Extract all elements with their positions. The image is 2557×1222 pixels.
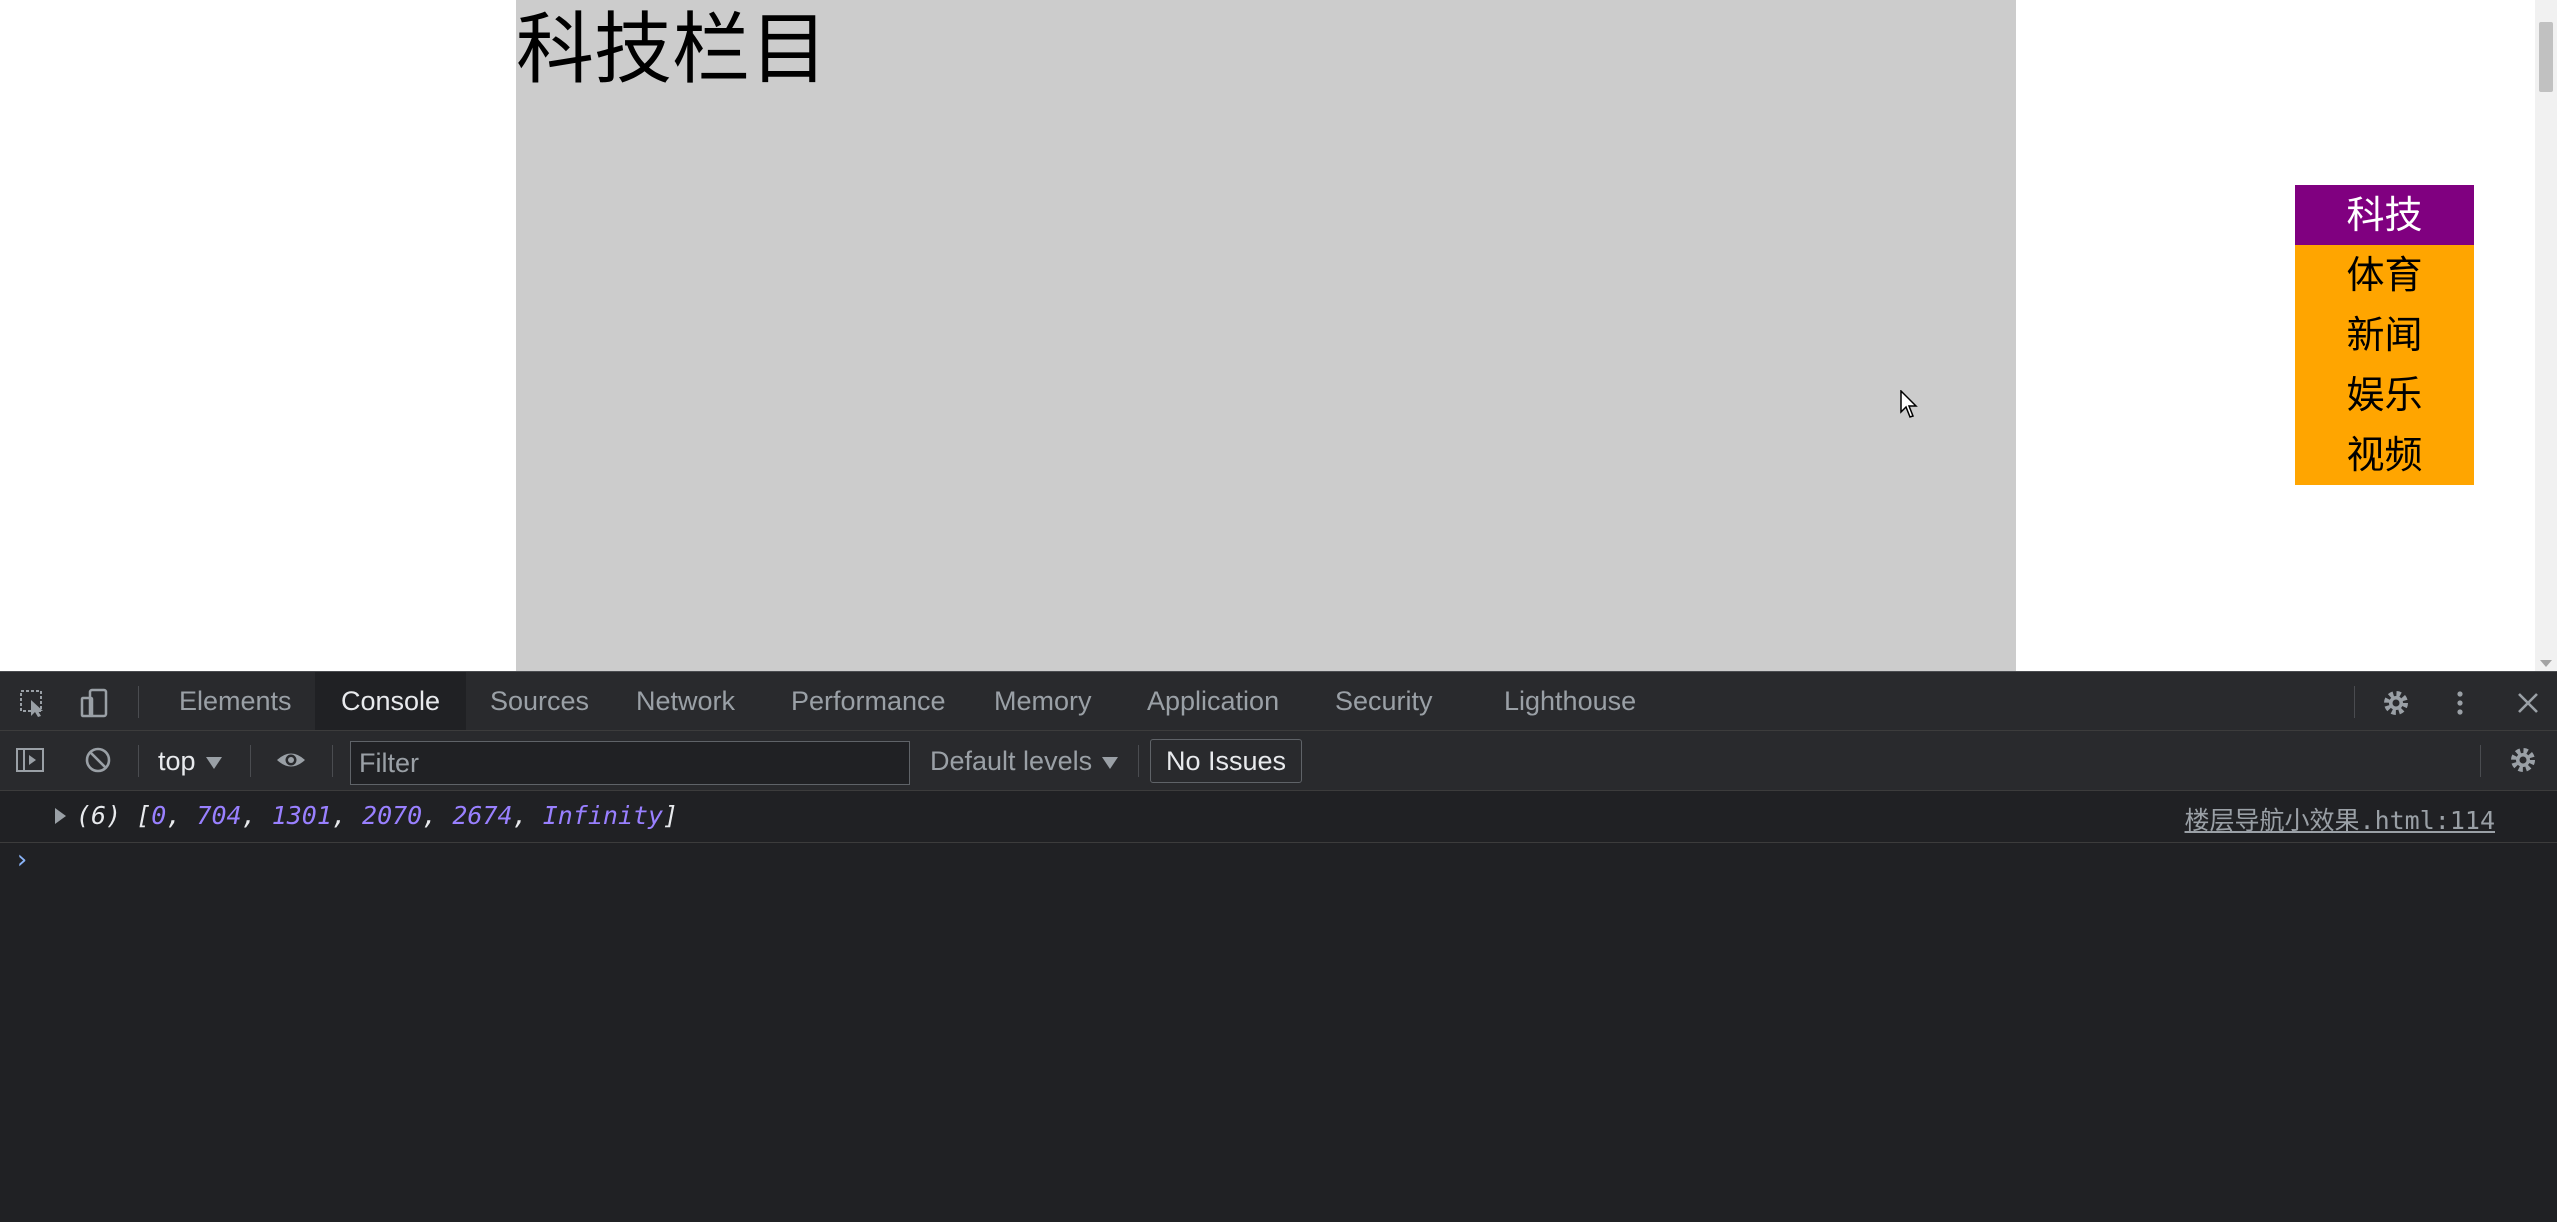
toolbar-divider <box>1138 745 1139 777</box>
floor-nav-item-news[interactable]: 新闻 <box>2295 305 2474 365</box>
log-levels-label: Default levels <box>930 746 1093 776</box>
devtools-panel: Elements Console Sources Network Perform… <box>0 671 2557 1222</box>
console-prompt: › <box>0 843 2557 883</box>
tab-console[interactable]: Console <box>315 672 467 730</box>
toolbar-divider <box>332 745 333 777</box>
sidebar-toggle-icon[interactable] <box>14 745 46 775</box>
log-prefix: (6) [ <box>76 801 152 830</box>
log-value: 0 <box>151 801 167 830</box>
prompt-chevron-icon: › <box>14 845 30 875</box>
tab-memory[interactable]: Memory <box>968 672 1118 730</box>
clear-console-icon[interactable] <box>82 745 114 775</box>
floor-nav-item-entertainment[interactable]: 娱乐 <box>2295 365 2474 425</box>
context-selector[interactable]: top <box>158 741 222 781</box>
console-toolbar: top Default levels No Issues <box>0 731 2557 791</box>
tab-performance[interactable]: Performance <box>765 672 972 730</box>
log-levels-dropdown[interactable]: Default levels <box>930 741 1119 781</box>
scroll-down-arrow-icon[interactable] <box>2540 660 2552 667</box>
more-options-icon[interactable] <box>2444 688 2476 718</box>
dropdown-arrow-icon <box>205 756 222 769</box>
live-expression-eye-icon[interactable] <box>275 745 307 775</box>
mouse-cursor-icon <box>1900 390 1918 418</box>
context-selector-value: top <box>158 746 196 776</box>
log-value: 1301 <box>271 801 332 830</box>
log-value: Infinity <box>542 801 664 830</box>
toolbar-divider <box>138 686 139 718</box>
console-log-entry: (6) [0, 704, 1301, 2070, 2674, Infinity]… <box>0 793 2557 843</box>
issues-button[interactable]: No Issues <box>1150 739 1302 783</box>
page-scrollbar-thumb[interactable] <box>2539 22 2553 92</box>
tab-security[interactable]: Security <box>1309 672 1459 730</box>
console-log-array[interactable]: (6) [0, 704, 1301, 2070, 2674, Infinity] <box>76 801 678 830</box>
toolbar-divider <box>2354 686 2355 718</box>
expand-triangle-icon[interactable] <box>55 808 66 824</box>
log-value: 2070 <box>362 801 423 830</box>
toolbar-divider <box>2480 745 2481 777</box>
floor-nav-item-video[interactable]: 视频 <box>2295 425 2474 485</box>
console-filter-input[interactable] <box>350 741 910 785</box>
tech-section: 科技栏目 <box>516 0 2016 671</box>
tab-sources[interactable]: Sources <box>464 672 615 730</box>
log-value: 704 <box>196 801 242 830</box>
tab-elements[interactable]: Elements <box>153 672 318 730</box>
page-viewport: 科技栏目 科技 体育 新闻 娱乐 视频 <box>0 0 2557 671</box>
toolbar-divider <box>138 745 139 777</box>
floor-nav-item-sports[interactable]: 体育 <box>2295 245 2474 305</box>
toolbar-divider <box>250 745 251 777</box>
console-settings-icon[interactable] <box>2507 745 2539 775</box>
log-source-link[interactable]: 楼层导航小效果.html:114 <box>2185 801 2495 837</box>
devtools-tab-bar: Elements Console Sources Network Perform… <box>0 671 2557 731</box>
close-icon[interactable] <box>2512 688 2544 718</box>
log-suffix: ] <box>663 801 679 830</box>
section-title: 科技栏目 <box>516 5 829 95</box>
tab-application[interactable]: Application <box>1121 672 1305 730</box>
floor-nav-item-tech[interactable]: 科技 <box>2295 185 2474 245</box>
floor-navigation: 科技 体育 新闻 娱乐 视频 <box>2295 185 2474 485</box>
tab-network[interactable]: Network <box>610 672 761 730</box>
console-input[interactable] <box>50 843 2454 881</box>
log-value: 2674 <box>452 801 513 830</box>
tab-lighthouse[interactable]: Lighthouse <box>1478 672 1662 730</box>
dropdown-arrow-icon <box>1102 756 1119 769</box>
inspect-element-icon[interactable] <box>18 688 50 718</box>
settings-icon[interactable] <box>2380 688 2412 718</box>
page-scrollbar[interactable] <box>2535 0 2557 671</box>
device-toolbar-icon[interactable] <box>78 688 110 718</box>
